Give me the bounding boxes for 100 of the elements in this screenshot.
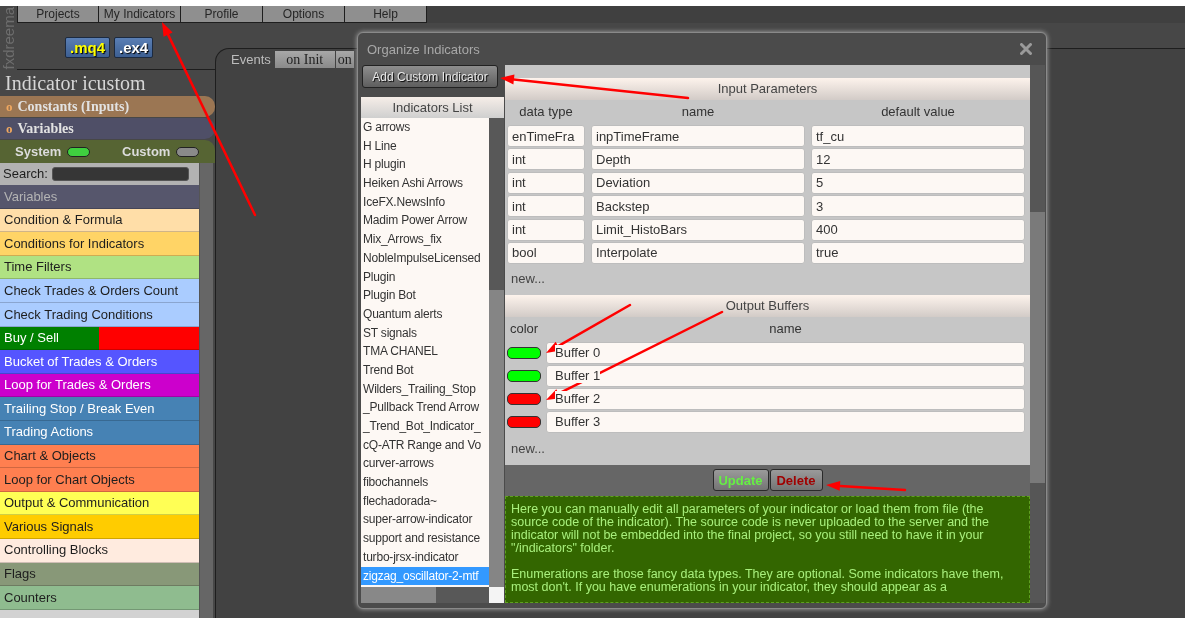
indicator-list-item[interactable]: IceFX.NewsInfo <box>361 192 489 212</box>
indicator-list-item[interactable]: Madim Power Arrow <box>361 211 489 231</box>
default-value-field[interactable]: 5 <box>811 171 1025 194</box>
category-item[interactable]: Conditions for Indicators <box>0 232 199 256</box>
indicator-list-item[interactable]: Quantum alerts <box>361 304 489 324</box>
section-label: Variables <box>17 120 74 138</box>
menu-item[interactable]: Profile <box>181 6 263 23</box>
add-indicator-button[interactable]: Add Custom Indicator <box>362 65 498 88</box>
color-swatch-icon[interactable] <box>507 392 541 405</box>
color-swatch-icon[interactable] <box>507 346 541 359</box>
default-value-field[interactable]: 400 <box>811 218 1025 241</box>
scrollbar[interactable] <box>199 163 213 618</box>
indicator-list-item[interactable]: ST signals <box>361 323 489 343</box>
buffer-name-field[interactable]: Buffer 2 <box>546 387 1025 410</box>
indicator-list-item[interactable]: super-arrow-indicator <box>361 510 489 530</box>
category-item[interactable]: Various Signals <box>0 515 199 539</box>
scroll-corner <box>489 587 504 603</box>
indicator-list-item[interactable]: Wilders_Trailing_Stop <box>361 379 489 399</box>
category-color-block[interactable] <box>99 326 199 351</box>
name-field[interactable]: inpTimeFrame <box>591 125 805 147</box>
column-header: name <box>768 320 803 339</box>
category-item[interactable]: Counters <box>0 586 199 610</box>
close-icon[interactable] <box>1020 43 1032 55</box>
indicator-list-item[interactable]: curver-arrows <box>361 454 489 474</box>
indicator-list-item[interactable]: turbo-jrsx-indicator <box>361 547 489 567</box>
data-type-field[interactable]: int <box>507 218 585 241</box>
category-item[interactable]: Loop for Trades & Orders <box>0 373 199 398</box>
section-bullet: o <box>6 119 13 138</box>
category-item[interactable]: Check Trading Conditions <box>0 302 199 327</box>
indicator-list-item[interactable]: flechadorada~ <box>361 491 489 511</box>
category-item[interactable]: Buy / Sell <box>0 326 99 351</box>
indicator-list-item[interactable]: Plugin <box>361 267 489 287</box>
category-item[interactable]: Chart & Objects <box>0 444 199 469</box>
indicator-list-item[interactable]: _Trend_Bot_Indicator_ <box>361 417 489 436</box>
menu-item[interactable]: My Indicators <box>99 6 181 23</box>
file-type-button[interactable]: .mq4 <box>65 37 110 58</box>
buffer-name-field[interactable]: Buffer 1 <box>546 364 1025 387</box>
name-field[interactable]: Limit_HistoBars <box>591 218 805 241</box>
category-item[interactable]: Output & Communication <box>0 491 199 516</box>
category-item[interactable]: Time Filters <box>0 255 199 280</box>
default-value-field[interactable]: 3 <box>811 195 1025 218</box>
section-label: Constants (Inputs) <box>17 98 130 116</box>
indicator-list-item[interactable]: Heiken Ashi Arrows <box>361 174 489 193</box>
name-field[interactable]: Backstep <box>591 195 805 218</box>
indicator-list-item[interactable]: H plugin <box>361 155 489 175</box>
scrollbar[interactable] <box>1030 65 1045 603</box>
menu-item[interactable]: Options <box>263 6 345 23</box>
buffer-name-field[interactable]: Buffer 0 <box>546 341 1025 364</box>
indicator-list-item[interactable]: support and resistance <box>361 529 489 548</box>
category-heading: Variables <box>0 185 199 209</box>
name-field[interactable]: Deviation <box>591 171 805 194</box>
indicator-list-item[interactable]: G arrows <box>361 118 489 137</box>
section-bullet: o <box>6 97 13 116</box>
indicator-list-item[interactable]: Plugin Bot <box>361 286 489 305</box>
event-tab[interactable]: on <box>335 51 354 68</box>
category-item[interactable]: Bucket of Trades & Orders <box>0 350 199 374</box>
category-item[interactable]: Check Trades & Orders Count <box>0 279 199 303</box>
indicator-list-item[interactable]: cQ-ATR Range and Vo <box>361 435 489 455</box>
indicator-list-item[interactable]: H Line <box>361 136 489 156</box>
data-type-field[interactable]: int <box>507 148 585 171</box>
indicator-list-item[interactable]: fibochannels <box>361 473 489 492</box>
default-value-field[interactable]: tf_cu <box>811 125 1025 147</box>
toggle-switch[interactable] <box>67 146 91 157</box>
menu-item[interactable]: Help <box>345 6 427 23</box>
data-type-field[interactable]: bool <box>507 241 585 264</box>
new-link[interactable]: new... <box>511 439 545 459</box>
file-type-button[interactable]: .ex4 <box>114 37 154 58</box>
indicator-list-item[interactable]: Mix_Arrows_fix <box>361 230 489 249</box>
buffer-name-field[interactable]: Buffer 3 <box>546 410 1025 433</box>
default-value-field[interactable]: true <box>811 241 1025 264</box>
new-link[interactable]: new... <box>511 269 545 289</box>
name-field[interactable]: Interpolate <box>591 241 805 264</box>
data-type-field[interactable]: int <box>507 171 585 194</box>
column-header: default value <box>880 103 956 122</box>
indicator-list-item[interactable]: NobleImpulseLicensed <box>361 248 489 268</box>
event-tab[interactable]: on Init <box>274 51 335 68</box>
toggle-switch[interactable] <box>176 146 200 157</box>
scrollbar[interactable] <box>361 587 489 603</box>
category-item[interactable]: Controlling Blocks <box>0 538 199 563</box>
default-value-field[interactable]: 12 <box>811 148 1025 171</box>
category-item[interactable]: Loop for Chart Objects <box>0 468 199 492</box>
menu-item[interactable]: Projects <box>17 6 99 23</box>
category-item[interactable]: Trailing Stop / Break Even <box>0 397 199 421</box>
section-header: Input Parameters <box>505 78 1030 100</box>
category-item[interactable]: Condition & Formula <box>0 208 199 233</box>
indicator-list-item[interactable]: Trend Bot <box>361 360 489 380</box>
category-item[interactable]: Trading Actions <box>0 420 199 445</box>
color-swatch-icon[interactable] <box>507 369 541 382</box>
color-swatch-icon[interactable] <box>507 415 541 428</box>
scrollbar[interactable] <box>489 118 504 587</box>
section-bar[interactable]: o Variables <box>0 118 215 139</box>
dialog-title: Organize Indicators <box>367 41 480 59</box>
category-item[interactable]: Flags <box>0 562 199 587</box>
data-type-field[interactable]: enTimeFra <box>507 125 585 147</box>
name-field[interactable]: Depth <box>591 148 805 171</box>
indicator-list-item[interactable]: _Pullback Trend Arrow <box>361 398 489 417</box>
search-field[interactable] <box>51 167 189 181</box>
panel-title: Indicator icustom <box>4 71 147 96</box>
indicator-list-item[interactable]: TMA CHANEL <box>361 342 489 361</box>
data-type-field[interactable]: int <box>507 195 585 218</box>
